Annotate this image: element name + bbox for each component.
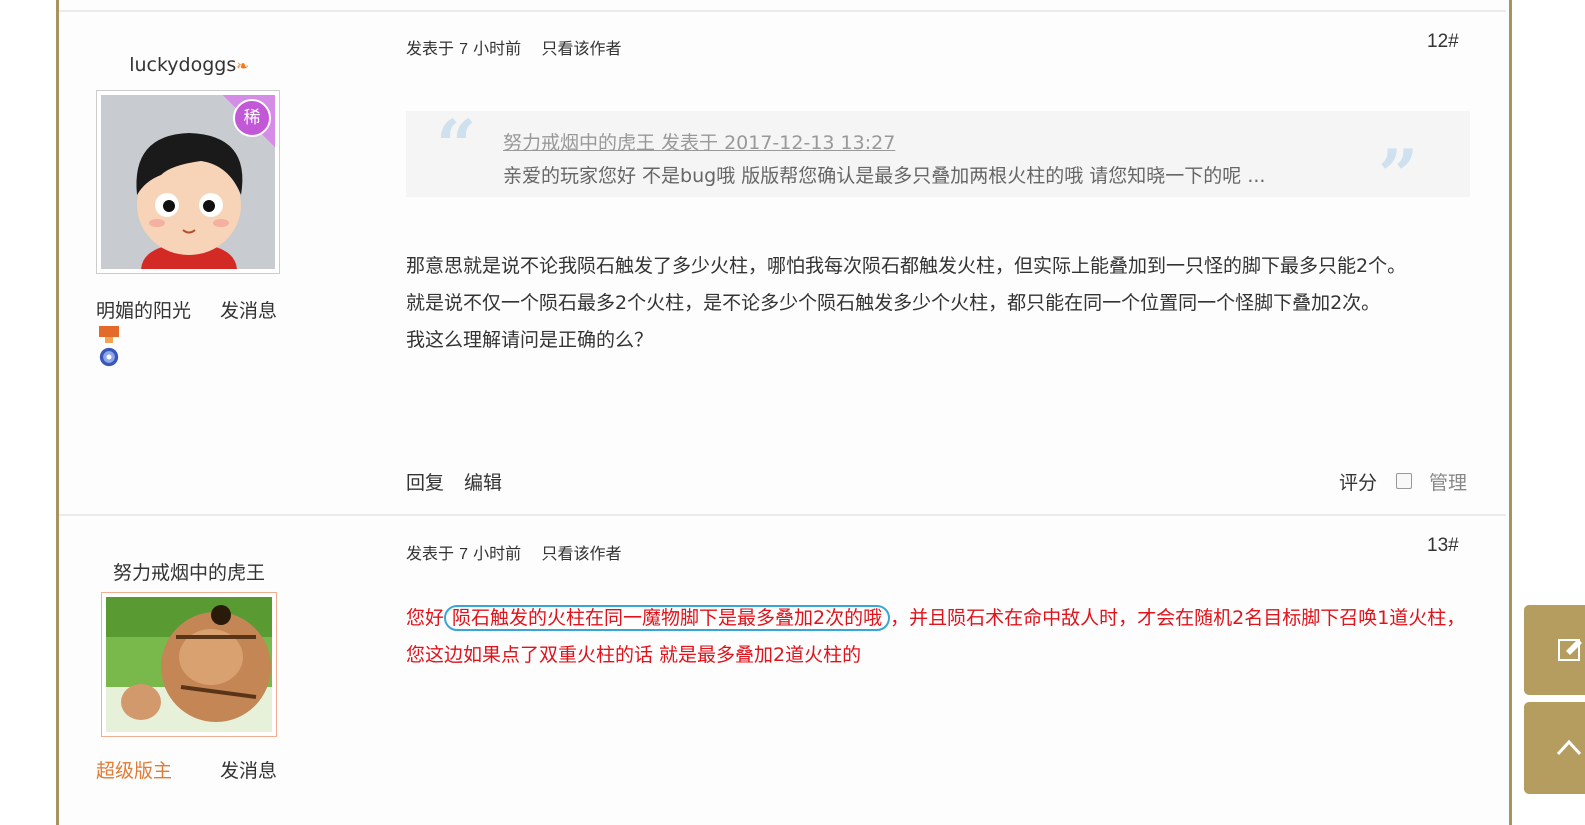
only-author-link[interactable]: 只看该作者: [541, 544, 621, 563]
quick-post-button[interactable]: [1524, 605, 1585, 695]
post-body-line: 就是说不仅一个陨石最多2个火柱，是不论多少个陨石触发多少个火柱，都只能在同一个位…: [406, 292, 1381, 314]
quote-close-icon: ”: [1378, 134, 1419, 217]
avatar[interactable]: 稀: [96, 90, 280, 274]
post-divider: [59, 10, 1506, 12]
quote-block: “ 努力戒烟中的虎王 发表于 2017-12-13 13:27 亲爱的玩家您好 …: [406, 104, 1470, 211]
posted-time: 7: [459, 41, 469, 58]
post-body: 那意思就是说不论我陨石触发了多少火柱，哪怕我每次陨石都触发火柱，但实际上能叠加到…: [406, 248, 1468, 359]
badge-icon[interactable]: [97, 347, 121, 367]
medal-icon[interactable]: [97, 326, 121, 346]
author-name[interactable]: luckydoggs❧: [59, 54, 319, 76]
avatar[interactable]: [101, 592, 277, 737]
posted-label: 发表于: [406, 39, 455, 58]
rate-button[interactable]: 评分: [1339, 468, 1377, 495]
back-to-top-button[interactable]: [1524, 702, 1585, 794]
floor-number[interactable]: 12#: [1427, 31, 1459, 53]
posted-suffix: 小时前: [473, 39, 522, 58]
rare-badge: 稀: [233, 99, 271, 137]
post-body-line: 我这么理解请问是正确的么？: [406, 329, 654, 351]
send-message-link[interactable]: 发消息: [220, 756, 277, 783]
posted-label: 发表于: [406, 544, 455, 563]
quote-text: 亲爱的玩家您好 不是bug哦 版版帮您确认是最多只叠加两根火柱的哦 请您知晓一下…: [503, 165, 1266, 187]
author-column: luckydoggs❧: [59, 54, 319, 76]
posted-suffix: 小时前: [473, 544, 522, 563]
body-greeting: 您好: [406, 607, 445, 629]
back-to-top-icon: [1556, 739, 1582, 756]
author-column: 努力戒烟中的虎王: [59, 558, 319, 585]
edit-icon: [1558, 639, 1582, 661]
send-message-link[interactable]: 发消息: [220, 296, 277, 323]
post-meta: 发表于 7 小时前 只看该作者: [406, 35, 621, 59]
post-body-line: 那意思就是说不论我陨石触发了多少火柱，哪怕我每次陨石都触发火柱，但实际上能叠加到…: [406, 255, 1407, 277]
author-role[interactable]: 明媚的阳光: [96, 296, 191, 323]
select-post-checkbox[interactable]: [1396, 473, 1412, 489]
author-role[interactable]: 超级版主: [96, 756, 172, 783]
circled-text: 陨石触发的火柱在同一魔物脚下是最多叠加2次的哦: [444, 605, 891, 631]
post-body: 您好 陨石触发的火柱在同一魔物脚下是最多叠加2次的哦 ，并且陨石术在命中敌人时，才会…: [406, 600, 1468, 674]
posted-time: 7: [459, 546, 469, 563]
quote-header-link[interactable]: 努力戒烟中的虎王 发表于 2017-12-13 13:27: [503, 128, 895, 155]
manage-button[interactable]: 管理: [1429, 468, 1467, 495]
quote-open-icon: “: [436, 104, 477, 187]
edit-button[interactable]: 编辑: [464, 468, 502, 495]
online-icon: ❧: [236, 57, 249, 75]
avatar-image: [106, 597, 272, 732]
post-divider: [59, 514, 1506, 516]
post-meta: 发表于 7 小时前 只看该作者: [406, 540, 621, 564]
reply-button[interactable]: 回复: [406, 468, 444, 495]
author-name[interactable]: 努力戒烟中的虎王: [59, 558, 319, 585]
only-author-link[interactable]: 只看该作者: [541, 39, 621, 58]
floor-number[interactable]: 13#: [1427, 535, 1459, 557]
